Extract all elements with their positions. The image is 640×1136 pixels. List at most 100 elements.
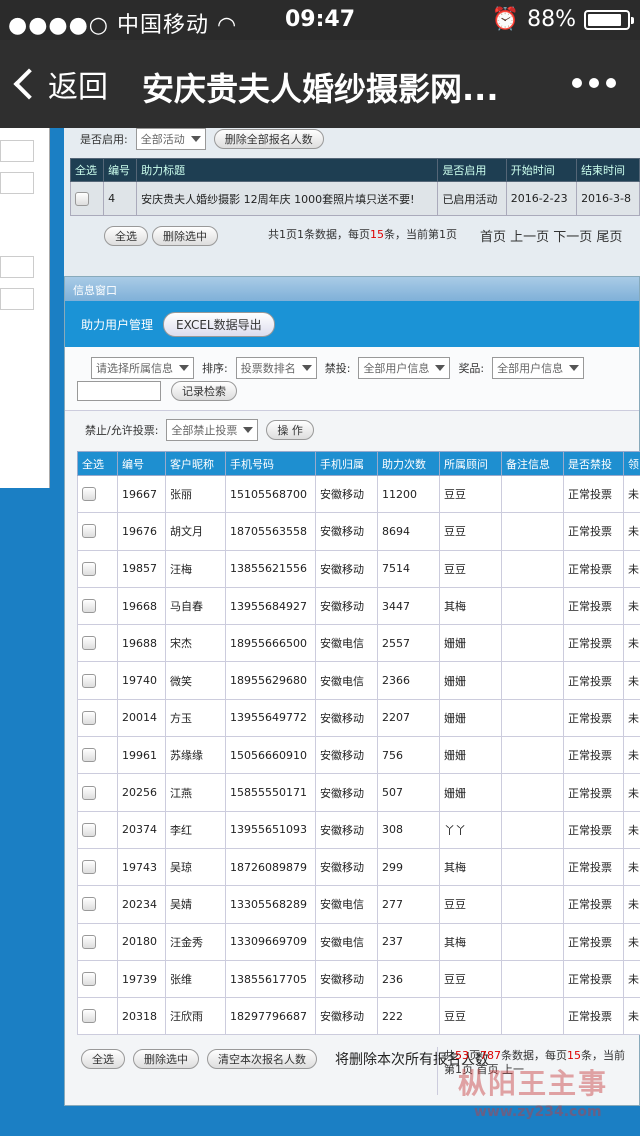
bg-select-all-button[interactable]: 全选 xyxy=(104,226,148,246)
cell-name: 汪金秀 xyxy=(165,922,226,961)
chevron-down-icon xyxy=(243,427,254,433)
row-checkbox[interactable] xyxy=(82,636,96,651)
cell-count: 277 xyxy=(377,885,440,924)
back-button[interactable]: 返回 xyxy=(13,62,108,106)
cell-note xyxy=(501,810,564,849)
row-checkbox[interactable] xyxy=(82,561,96,576)
cell-status: 正常投票 xyxy=(563,512,624,551)
sort-label: 排序: xyxy=(202,362,228,375)
cell-phone: 13955684927 xyxy=(225,586,316,626)
delete-selected-button[interactable]: 删除选中 xyxy=(133,1049,199,1069)
cell-phone: 18955629680 xyxy=(225,661,316,700)
cell-extra: 未 xyxy=(623,474,640,514)
more-icon[interactable] xyxy=(572,78,616,88)
cell-id: 19688 xyxy=(117,624,166,663)
cell-carrier: 安徽电信 xyxy=(315,885,378,924)
row-checkbox[interactable] xyxy=(82,524,96,539)
row-checkbox[interactable] xyxy=(75,191,89,206)
cell-name: 张维 xyxy=(165,959,226,999)
cell-carrier: 安徽移动 xyxy=(315,736,378,775)
cell-extra: 未 xyxy=(623,922,640,961)
row-checkbox[interactable] xyxy=(82,673,96,688)
action-button[interactable]: 操 作 xyxy=(266,420,314,440)
row-checkbox[interactable] xyxy=(82,710,96,725)
column-header: 手机归属 xyxy=(315,451,378,476)
row-checkbox[interactable] xyxy=(82,785,96,800)
background-activity-panel: 是否启用: 全部活动 删除全部报名人数 全选 编号 助力标题 是否启用 开始时间… xyxy=(64,128,640,278)
row-checkbox[interactable] xyxy=(82,822,96,837)
row-checkbox[interactable] xyxy=(82,1009,96,1024)
group-select[interactable]: 请选择所属信息 xyxy=(91,357,194,379)
cell-note xyxy=(501,549,564,588)
table-row: 19740 微笑 18955629680 安徽电信 2366 姗姗 正常投票未 xyxy=(77,661,640,700)
cell-advisor: 姗姗 xyxy=(439,661,502,700)
bg-field xyxy=(0,172,34,194)
back-label: 返回 xyxy=(48,70,108,105)
row-checkbox[interactable] xyxy=(82,972,96,986)
cell-id: 20256 xyxy=(117,773,166,812)
row-checkbox[interactable] xyxy=(82,599,96,614)
bg-summary: 共1页1条数据，每页15条，当前第1页 xyxy=(268,228,457,241)
cell-advisor: 姗姗 xyxy=(439,773,502,812)
row-checkbox[interactable] xyxy=(82,487,96,502)
delete-all-button[interactable]: 删除全部报名人数 xyxy=(213,129,324,149)
sort-select[interactable]: 投票数排名 xyxy=(235,357,317,379)
cell-id: 19961 xyxy=(117,736,166,775)
battery-icon xyxy=(584,9,634,30)
filter-bar: 请选择所属信息 排序: 投票数排名 禁投: 全部用户信息 奖品: 全部用户信息 … xyxy=(65,347,639,411)
bg-delete-selected-button[interactable]: 删除选中 xyxy=(152,226,218,246)
row-checkbox[interactable] xyxy=(82,934,96,949)
activity-title-link[interactable]: 安庆贵夫人婚纱摄影 12周年庆 1000套照片填只送不要! xyxy=(136,181,439,216)
row-checkbox[interactable] xyxy=(82,748,96,763)
cell-id: 20374 xyxy=(117,810,166,849)
cell-status: 正常投票 xyxy=(563,474,624,514)
cell-status: 正常投票 xyxy=(563,847,624,887)
table-row: 20374 李红 13955651093 安徽移动 308 丫丫 正常投票未 xyxy=(77,810,640,849)
enabled-select[interactable]: 全部活动 xyxy=(135,128,206,150)
table-row: 20256 江燕 15855550171 安徽移动 507 姗姗 正常投票未 xyxy=(77,773,640,812)
chevron-down-icon xyxy=(190,136,201,142)
cell-phone: 13855621556 xyxy=(225,549,316,588)
cell-name: 马自春 xyxy=(165,586,226,626)
table-row: 19743 吴琼 18726089879 安徽移动 299 其梅 正常投票未 xyxy=(77,847,640,887)
cell-note xyxy=(501,661,564,700)
bg-field xyxy=(0,140,34,162)
cell-extra: 未 xyxy=(623,736,640,775)
cell-name: 方玉 xyxy=(165,698,226,738)
search-button[interactable]: 记录检索 xyxy=(171,381,237,401)
cell-note xyxy=(501,959,564,999)
ban-label: 禁投: xyxy=(324,362,351,375)
cell-carrier: 安徽电信 xyxy=(315,922,378,961)
column-header[interactable]: 全选 xyxy=(77,451,118,476)
cell-phone: 15056660910 xyxy=(225,736,316,775)
table-row: 19667 张丽 15105568700 安徽移动 11200 豆豆 正常投票未 xyxy=(77,474,640,514)
prize-select[interactable]: 全部用户信息 xyxy=(492,357,585,379)
excel-export-button[interactable]: EXCEL数据导出 xyxy=(163,311,275,337)
ban-select[interactable]: 全部用户信息 xyxy=(358,357,451,379)
cell-carrier: 安徽电信 xyxy=(315,624,378,663)
cell-status: 正常投票 xyxy=(563,586,624,626)
cell-carrier: 安徽移动 xyxy=(315,512,378,551)
cell-carrier: 安徽移动 xyxy=(315,773,378,812)
cell-name: 汪梅 xyxy=(165,549,226,588)
prize-label: 奖品: xyxy=(458,362,485,375)
search-input[interactable] xyxy=(77,381,161,401)
cell-carrier: 安徽移动 xyxy=(315,847,378,887)
watermark: 枞阳王主事 xyxy=(458,1067,609,1100)
cell-name: 李红 xyxy=(165,810,226,849)
allow-select[interactable]: 全部禁止投票 xyxy=(166,419,259,441)
column-header: 全选 xyxy=(69,158,105,182)
window-heading: 助力用户管理 xyxy=(81,317,154,332)
cell-phone: 15105568700 xyxy=(225,474,316,514)
row-checkbox[interactable] xyxy=(82,860,96,875)
select-all-button[interactable]: 全选 xyxy=(81,1049,125,1069)
cell-carrier: 安徽移动 xyxy=(315,474,378,514)
clear-signups-button[interactable]: 清空本次报名人数 xyxy=(207,1049,317,1069)
window-title: 信息窗口 xyxy=(65,277,639,301)
cell-advisor: 其梅 xyxy=(439,922,502,961)
cell-advisor: 姗姗 xyxy=(439,698,502,738)
bg-pager[interactable]: 首页 上一页 下一页 尾页 xyxy=(480,226,622,245)
cell-count: 7514 xyxy=(377,549,440,588)
cell-id: 19667 xyxy=(117,474,166,514)
row-checkbox[interactable] xyxy=(82,897,96,912)
